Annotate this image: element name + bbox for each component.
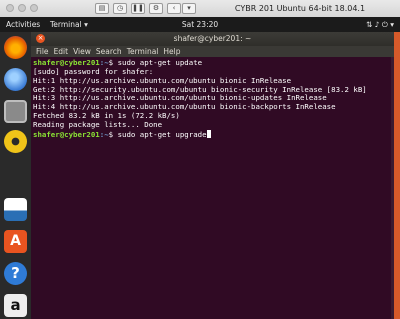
firefox-icon[interactable]	[4, 36, 27, 59]
vm-snapshot-icon[interactable]: ◷	[113, 3, 127, 14]
clock[interactable]: Sat 23:20	[0, 17, 400, 32]
network-icon: ⇅	[366, 20, 373, 29]
vm-minimize-button[interactable]	[18, 4, 26, 12]
power-icon: ⏻	[381, 20, 388, 29]
menu-edit[interactable]: Edit	[54, 47, 69, 56]
menu-view[interactable]: View	[73, 47, 91, 56]
system-tray[interactable]: ⇅ ♪ ⏻ ▾	[366, 17, 394, 32]
terminal-titlebar: × shafer@cyber201: ~	[31, 32, 394, 46]
prompt-user: shafer@cyber201	[33, 129, 100, 139]
prompt-symbol: $	[108, 58, 118, 67]
ubuntu-software-icon[interactable]: A	[4, 230, 27, 253]
command-text: sudo apt-get upgrade	[117, 129, 207, 139]
text-cursor	[206, 129, 211, 138]
writer-icon[interactable]	[4, 198, 27, 221]
desktop-background	[394, 32, 400, 319]
menu-search[interactable]: Search	[96, 47, 122, 56]
terminal-content[interactable]: shafer@cyber201:~$ sudo apt-get update [s…	[31, 57, 391, 319]
prompt-symbol: $	[108, 129, 118, 139]
vm-close-button[interactable]	[6, 4, 14, 12]
terminal-window-title: shafer@cyber201: ~	[173, 34, 252, 43]
help-icon[interactable]: ?	[4, 262, 27, 285]
output-line: Reading package lists... Done	[33, 119, 163, 129]
vm-fullscreen-icon[interactable]: ▾	[182, 3, 196, 14]
menu-help[interactable]: Help	[163, 47, 180, 56]
vm-window-title: CYBR 201 Ubuntu 64-bit 18.04.1	[234, 4, 366, 13]
prompt-user: shafer@cyber201	[33, 58, 100, 67]
amazon-icon[interactable]: a	[4, 294, 27, 317]
vm-back-icon[interactable]: ‹	[167, 3, 181, 14]
menu-terminal[interactable]: Terminal	[127, 47, 159, 56]
rhythmbox-icon[interactable]	[4, 130, 27, 153]
vm-titlebar: ▤ ◷ ❚❚ ⚙ ‹ ▾ CYBR 201 Ubuntu 64-bit 18.0…	[0, 0, 400, 18]
vm-settings-icon[interactable]: ⚙	[149, 3, 163, 14]
menu-file[interactable]: File	[36, 47, 49, 56]
prompt-path: :~	[99, 58, 109, 67]
menu-arrow-icon: ▾	[390, 20, 394, 29]
thunderbird-icon[interactable]	[4, 68, 27, 91]
terminal-line: shafer@cyber201:~$ sudo apt-get upgrade	[33, 129, 391, 140]
volume-icon: ♪	[374, 20, 380, 29]
vm-sidebar-icon[interactable]: ▤	[95, 3, 109, 14]
gnome-top-bar: Activities Terminal ▾ Sat 23:20 ⇅ ♪ ⏻ ▾	[0, 17, 400, 32]
command-text: sudo apt-get update	[117, 58, 203, 67]
vm-zoom-button[interactable]	[30, 4, 38, 12]
dock: A ? a	[0, 32, 31, 319]
prompt-path: :~	[99, 129, 109, 139]
terminal-menubar: File Edit View Search Terminal Help	[31, 46, 394, 57]
vm-pause-icon[interactable]: ❚❚	[131, 3, 145, 14]
files-icon[interactable]	[4, 100, 27, 123]
